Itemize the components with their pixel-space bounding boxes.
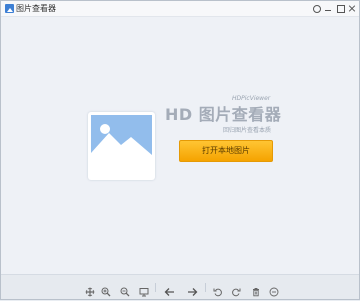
brand-title: HD 图片查看器 xyxy=(165,105,282,124)
brand-slogan: 回归图片查看本质 xyxy=(223,127,272,134)
minimize-icon[interactable] xyxy=(324,4,332,12)
zoom-out-icon[interactable] xyxy=(120,282,130,297)
fit-icon[interactable] xyxy=(85,282,95,297)
app-window: 图片查看器 HDPicViewer HD 图片查看器 回归图片查看本质 打开本地… xyxy=(0,0,360,300)
toolbar-separator xyxy=(155,283,156,292)
bottom-toolbar xyxy=(1,274,359,299)
actual-size-icon[interactable] xyxy=(139,282,149,297)
settings-icon[interactable] xyxy=(312,4,321,13)
image-placeholder-icon xyxy=(88,112,155,180)
viewer-area[interactable]: HDPicViewer HD 图片查看器 回归图片查看本质 打开本地图片 xyxy=(1,18,359,274)
window-title: 图片查看器 xyxy=(16,4,56,13)
toolbar-separator xyxy=(205,283,206,292)
rotate-right-icon[interactable] xyxy=(231,282,241,297)
previous-icon[interactable] xyxy=(164,282,174,296)
picture-icon xyxy=(5,4,14,13)
rotate-left-icon[interactable] xyxy=(213,282,223,297)
maximize-icon[interactable] xyxy=(336,4,345,13)
next-icon[interactable] xyxy=(187,282,198,296)
delete-icon[interactable] xyxy=(251,282,261,297)
close-icon[interactable] xyxy=(348,4,356,12)
more-icon[interactable] xyxy=(269,282,279,297)
zoom-in-icon[interactable] xyxy=(101,282,111,297)
title-bar[interactable]: 图片查看器 xyxy=(1,1,359,17)
open-local-image-button[interactable]: 打开本地图片 xyxy=(179,140,273,162)
